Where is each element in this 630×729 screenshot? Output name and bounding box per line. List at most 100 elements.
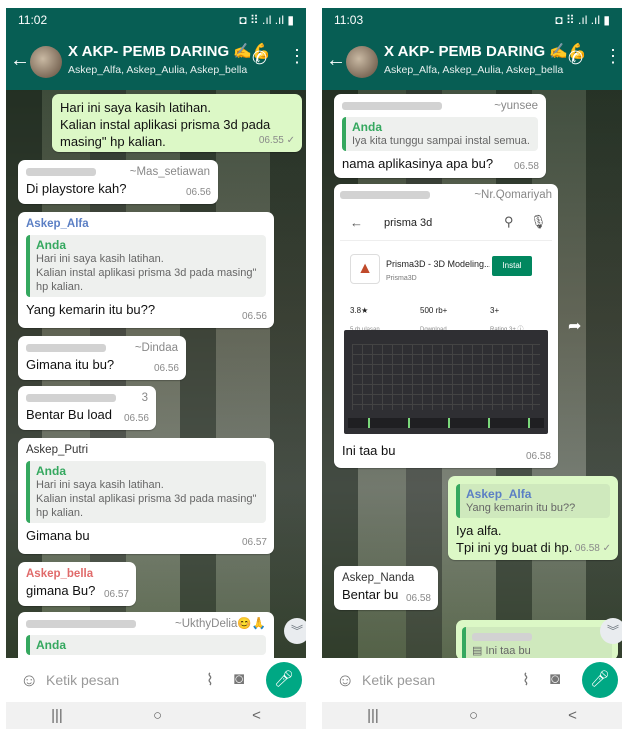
camera-icon[interactable]: ◙	[550, 669, 560, 689]
quoted-message[interactable]: Anda Iya kita tunggu sampai instal semua…	[342, 117, 538, 151]
home-button[interactable]: ○	[153, 707, 162, 724]
message-input[interactable]: ☺ Ketik pesan ⌇ ◙	[326, 662, 578, 698]
quoted-message[interactable]: Askep_Alfa Yang kemarin itu bu??	[456, 484, 610, 518]
quoted-message[interactable]: ▤ Ini taa bu	[462, 627, 612, 658]
chat-header: ← X AKP- PEMB DARING ✍💪 Askep_Alfa, Aske…	[322, 32, 622, 90]
group-avatar[interactable]	[346, 46, 378, 78]
message-incoming[interactable]: Askep_bella gimana Bu? 06.57	[18, 562, 136, 606]
message-text: nama aplikasinya apa bu?	[342, 156, 494, 171]
recent-apps-button[interactable]: |||	[51, 707, 63, 724]
status-time: 11:02	[18, 13, 48, 27]
attach-icon[interactable]: ⌇	[206, 670, 214, 690]
message-time: 06.55 ✓	[258, 135, 295, 146]
nav-back-button[interactable]: <	[568, 707, 577, 724]
install-button: Instal	[492, 256, 532, 276]
message-sender: 3	[141, 392, 148, 404]
message-text: Hari ini saya kasih latihan.	[60, 100, 212, 115]
message-incoming[interactable]: Askep_Alfa Anda Hari ini saya kasih lati…	[18, 212, 274, 328]
emoji-icon[interactable]: ☺	[20, 670, 38, 691]
message-sender: Askep_Alfa	[26, 218, 89, 230]
message-time: 06.56	[123, 413, 149, 424]
scroll-down-icon[interactable]: ︾	[284, 618, 306, 644]
quote-text: Hari ini saya kasih latihan.	[36, 253, 164, 265]
message-outgoing[interactable]: Hari ini saya kasih latihan. Kalian inst…	[52, 94, 302, 152]
compose-bar: ☺ Ketik pesan ⌇ ◙ 🎤︎	[322, 658, 622, 702]
quote-author: Anda	[36, 638, 66, 652]
share-icon[interactable]: ➦	[568, 316, 581, 336]
quote-author: Anda	[36, 238, 66, 252]
add-call-icon[interactable]: ✆	[568, 48, 583, 69]
status-bar: 11:03 ◘ ⠿ .ıl .ıl ▮	[322, 8, 622, 32]
app-developer: Prisma3D	[386, 275, 417, 282]
message-incoming[interactable]: Askep_Nanda Bentar bu 06.58	[334, 566, 438, 610]
message-time: 06.56	[153, 363, 179, 374]
phone-screen-right: 11:03 ◘ ⠿ .ıl .ıl ▮ ← X AKP- PEMB DARING…	[322, 8, 622, 729]
message-text: Di playstore kah?	[26, 181, 127, 196]
compose-bar: ☺ Ketik pesan ⌇ ◙ 🎤︎	[6, 658, 306, 702]
group-avatar[interactable]	[30, 46, 62, 78]
message-time: 06.58	[405, 593, 431, 604]
message-sender: ~UkthyDelia😊🙏	[175, 618, 266, 630]
status-time: 11:03	[334, 13, 364, 27]
home-button[interactable]: ○	[469, 707, 478, 724]
message-time: 06.57	[103, 589, 129, 600]
quoted-message[interactable]: Anda	[26, 635, 266, 655]
recent-apps-button[interactable]: |||	[367, 707, 379, 724]
camera-icon[interactable]: ◙	[234, 669, 244, 689]
chat-area[interactable]: Hari ini saya kasih latihan. Kalian inst…	[6, 90, 306, 658]
back-arrow-icon[interactable]: ←	[10, 50, 30, 70]
quote-author: Anda	[352, 120, 382, 134]
message-outgoing[interactable]: Askep_Alfa Yang kemarin itu bu?? Iya alf…	[448, 476, 618, 560]
message-incoming[interactable]: ~UkthyDelia😊🙏 Anda	[18, 612, 274, 658]
message-sender: ~yunsee	[494, 100, 538, 112]
chat-area[interactable]: ~yunsee Anda Iya kita tunggu sampai inst…	[322, 90, 622, 658]
mic-icon[interactable]: 🎤︎	[266, 662, 302, 698]
group-members[interactable]: Askep_Alfa, Askep_Aulia, Askep_bella, As…	[384, 64, 564, 76]
message-incoming[interactable]: ~Mas_setiawan Di playstore kah? 06.56	[18, 160, 218, 204]
android-nav-bar: ||| ○ <	[322, 702, 622, 729]
quote-text: ▤ Ini taa bu	[472, 645, 531, 657]
quote-text: Kalian instal aplikasi prisma 3d pada ma…	[36, 493, 257, 519]
group-members[interactable]: Askep_Alfa, Askep_Aulia, Askep_bella, As…	[68, 64, 248, 76]
message-input[interactable]: ☺ Ketik pesan ⌇ ◙	[10, 662, 262, 698]
attach-icon[interactable]: ⌇	[522, 670, 530, 690]
message-placeholder: Ketik pesan	[362, 672, 436, 688]
scroll-down-icon[interactable]: ︾	[600, 618, 622, 644]
downloads-value: 500 rb+	[420, 306, 448, 315]
status-bar: 11:02 ◘ ⠿ .ıl .ıl ▮	[6, 8, 306, 32]
status-icons: ◘ ⠿ .ıl .ıl ▮	[555, 13, 610, 27]
message-text: Iya alfa.	[456, 523, 502, 538]
back-arrow-icon: ←	[350, 215, 363, 230]
message-sender: ~Mas_setiawan	[129, 166, 210, 178]
message-sender: ~Dindaa	[134, 342, 178, 354]
playstore-query: prisma 3d	[384, 217, 433, 229]
playstore-screenshot[interactable]: ← prisma 3d ⚲ 🎙︎ ▲ Prisma3D - 3D Modelin…	[340, 204, 552, 436]
message-incoming[interactable]: ~yunsee Anda Iya kita tunggu sampai inst…	[334, 94, 546, 178]
menu-dots-icon[interactable]: ⋮	[604, 46, 622, 67]
message-outgoing[interactable]: ▤ Ini taa bu	[456, 620, 618, 658]
emoji-icon[interactable]: ☺	[336, 670, 354, 691]
message-text: Ini taa bu	[342, 443, 396, 458]
message-time: 06.58	[525, 451, 551, 462]
add-call-icon[interactable]: ✆	[252, 48, 267, 69]
group-title[interactable]: X AKP- PEMB DARING ✍💪	[384, 42, 587, 60]
prisma-logo-icon: ▲	[350, 254, 380, 284]
rating-value: 3.8★	[350, 306, 369, 315]
playstore-search-bar: ← prisma 3d ⚲ 🎙︎	[340, 204, 552, 241]
quote-text: Iya kita tunggu sampai instal semua.	[352, 135, 530, 147]
message-placeholder: Ketik pesan	[46, 672, 120, 688]
mic-icon[interactable]: 🎤︎	[582, 662, 618, 698]
back-arrow-icon[interactable]: ←	[326, 50, 346, 70]
message-incoming[interactable]: ~Dindaa Gimana itu bu? 06.56	[18, 336, 186, 380]
message-incoming[interactable]: 3 Bentar Bu load 06.56	[18, 386, 156, 430]
quoted-message[interactable]: Anda Hari ini saya kasih latihan. Kalian…	[26, 461, 266, 523]
message-incoming[interactable]: Askep_Putri Anda Hari ini saya kasih lat…	[18, 438, 274, 554]
message-image-incoming[interactable]: ~Nr.Qomariyah ← prisma 3d ⚲ 🎙︎ ▲ Prisma3…	[334, 184, 558, 468]
quote-author: Askep_Alfa	[466, 487, 532, 501]
menu-dots-icon[interactable]: ⋮	[288, 46, 306, 67]
search-icon: ⚲	[504, 214, 514, 229]
group-title[interactable]: X AKP- PEMB DARING ✍💪	[68, 42, 271, 60]
nav-back-button[interactable]: <	[252, 707, 261, 724]
message-sender: ~Nr.Qomariyah	[474, 189, 552, 201]
quoted-message[interactable]: Anda Hari ini saya kasih latihan. Kalian…	[26, 235, 266, 297]
